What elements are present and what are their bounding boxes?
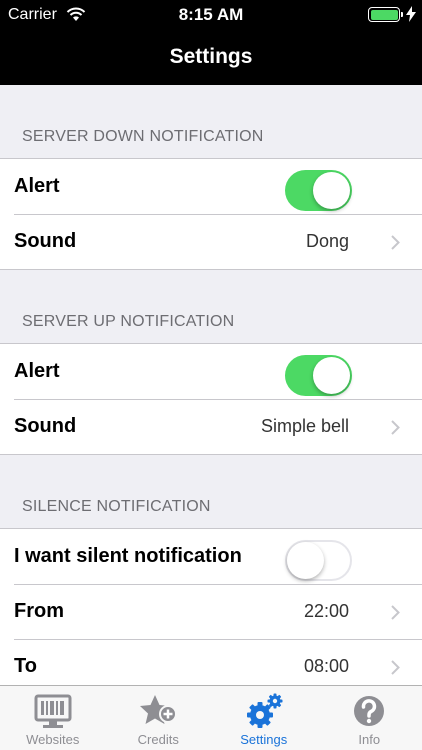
chevron-right-icon <box>391 235 400 250</box>
question-icon <box>354 696 385 726</box>
tab-label: Websites <box>26 732 80 747</box>
navigation-bar: Settings <box>0 30 422 85</box>
section-header-silence: SILENCE NOTIFICATION <box>0 455 422 528</box>
section-header-label: SERVER DOWN NOTIFICATION <box>22 128 264 145</box>
chevron-right-icon <box>391 420 400 435</box>
gears-icon <box>246 693 283 728</box>
star-plus-icon <box>140 695 178 724</box>
server-up-group: Alert Sound Simple bell <box>0 343 422 455</box>
page-title: Settings <box>169 45 253 68</box>
tab-websites[interactable]: Websites <box>0 686 106 750</box>
silence-to-row[interactable]: To 08:00 <box>0 639 422 685</box>
sound-value: Simple bell <box>260 416 349 436</box>
sound-label: Sound <box>14 230 77 252</box>
tab-label: Credits <box>137 732 179 747</box>
server-up-alert-toggle[interactable] <box>285 355 352 396</box>
section-header-label: SILENCE NOTIFICATION <box>22 498 211 515</box>
silent-notification-label: I want silent notification <box>14 545 242 567</box>
tab-credits[interactable]: Credits <box>106 686 212 750</box>
alert-label: Alert <box>14 175 60 197</box>
server-down-group: Alert Sound Dong <box>0 158 422 270</box>
server-up-sound-row[interactable]: Sound Simple bell <box>0 399 422 454</box>
silence-group: I want silent notification From 22:00 To… <box>0 528 422 685</box>
alert-label: Alert <box>14 360 60 382</box>
server-down-alert-toggle[interactable] <box>285 170 352 211</box>
silent-notification-toggle[interactable] <box>285 540 352 581</box>
tab-bar: Websites Credits Settings Info <box>0 685 422 750</box>
battery-icon <box>368 7 403 22</box>
section-header-server-up: SERVER UP NOTIFICATION <box>0 270 422 343</box>
section-header-label: SERVER UP NOTIFICATION <box>22 313 235 330</box>
sound-label: Sound <box>14 415 77 437</box>
charging-bolt-icon <box>406 6 416 22</box>
silence-from-row[interactable]: From 22:00 <box>0 584 422 639</box>
from-value: 22:00 <box>303 601 349 621</box>
clock: 8:15 AM <box>178 5 244 24</box>
tab-settings[interactable]: Settings <box>211 686 317 750</box>
server-up-alert-row: Alert <box>0 344 422 399</box>
server-down-sound-row[interactable]: Sound Dong <box>0 214 422 269</box>
chevron-right-icon <box>391 660 400 675</box>
status-bar: Carrier 8:15 AM <box>0 0 422 30</box>
server-down-alert-row: Alert <box>0 159 422 214</box>
tab-info[interactable]: Info <box>317 686 422 750</box>
websites-icon <box>34 694 72 728</box>
from-label: From <box>14 600 64 622</box>
sound-value: Dong <box>305 231 349 251</box>
tab-label: Info <box>358 732 381 747</box>
settings-list[interactable]: SERVER DOWN NOTIFICATION Alert Sound Don… <box>0 85 422 685</box>
section-header-server-down: SERVER DOWN NOTIFICATION <box>0 85 422 158</box>
chevron-right-icon <box>391 605 400 620</box>
tab-label: Settings <box>240 732 288 747</box>
to-value: 08:00 <box>303 656 349 676</box>
silent-notification-row: I want silent notification <box>0 529 422 584</box>
to-label: To <box>14 655 37 677</box>
